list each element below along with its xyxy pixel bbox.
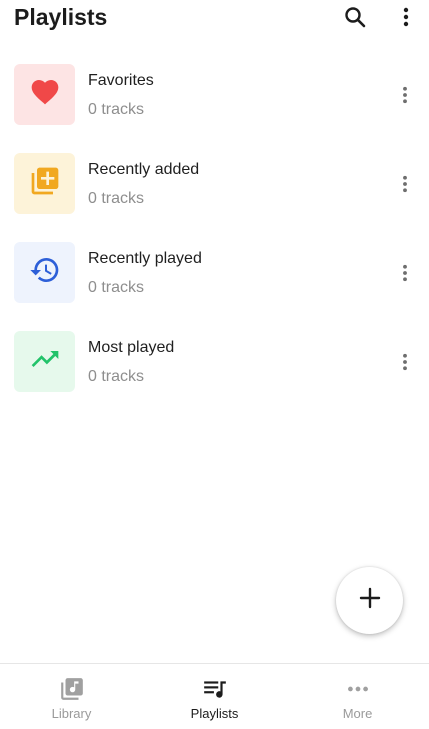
playlist-item-favorites[interactable]: Favorites 0 tracks (0, 54, 429, 143)
playlist-item-most-played[interactable]: Most played 0 tracks (0, 321, 429, 410)
more-vert-icon[interactable] (393, 172, 417, 196)
playlist-thumbnail (14, 331, 75, 392)
playlist-list: Favorites 0 tracks Recently added 0 trac… (0, 54, 429, 410)
playlist-track-count: 0 tracks (88, 190, 145, 207)
bottom-navigation: Library Playlists More (0, 663, 429, 729)
library-music-icon (0, 676, 143, 702)
nav-label-library: Library (51, 706, 92, 721)
playlist-item-recently-played[interactable]: Recently played 0 tracks (0, 232, 429, 321)
plus-icon (358, 586, 382, 615)
history-icon (29, 254, 61, 291)
nav-item-playlists[interactable]: Playlists (143, 664, 286, 729)
playlist-item-recently-added[interactable]: Recently added 0 tracks (0, 143, 429, 232)
playlist-track-count: 0 tracks (88, 279, 145, 296)
playlist-thumbnail (14, 242, 75, 303)
playlist-name: Recently played (88, 250, 202, 267)
more-vert-icon[interactable] (393, 83, 417, 107)
more-horiz-icon (286, 676, 429, 702)
playlist-thumbnail (14, 64, 75, 125)
nav-label-playlists: Playlists (190, 706, 239, 721)
app-header: Playlists (0, 0, 429, 40)
page-title: Playlists (14, 4, 108, 30)
search-icon[interactable] (341, 3, 369, 31)
more-vert-icon[interactable] (392, 3, 420, 31)
playlist-name: Recently added (88, 161, 200, 178)
playlist-music-icon (143, 676, 286, 702)
add-to-queue-icon (29, 165, 61, 202)
heart-icon (29, 76, 61, 113)
add-playlist-button[interactable] (336, 567, 403, 634)
nav-item-library[interactable]: Library (0, 664, 143, 729)
more-vert-icon[interactable] (393, 350, 417, 374)
nav-label-more: More (342, 706, 373, 721)
playlist-thumbnail (14, 153, 75, 214)
playlist-name: Favorites (88, 72, 154, 89)
playlist-track-count: 0 tracks (88, 368, 145, 385)
nav-item-more[interactable]: More (286, 664, 429, 729)
trending-up-icon (29, 343, 61, 380)
more-vert-icon[interactable] (393, 261, 417, 285)
playlist-track-count: 0 tracks (88, 101, 145, 118)
playlist-name: Most played (88, 339, 175, 356)
